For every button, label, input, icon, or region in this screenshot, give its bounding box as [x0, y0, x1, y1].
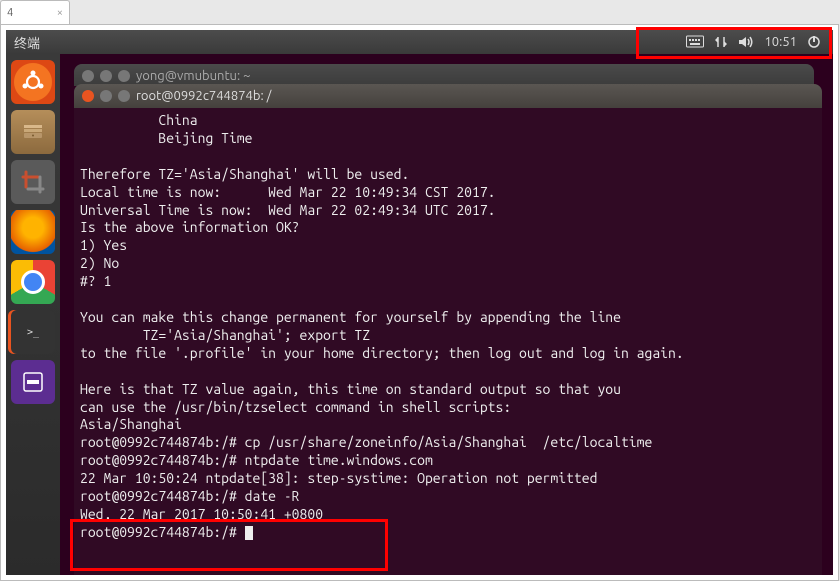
network-icon[interactable] [714, 35, 728, 49]
window-minimize-icon[interactable] [100, 90, 112, 102]
launcher-chrome-icon[interactable] [11, 260, 55, 304]
term-line: You can make this change permanent for y… [80, 309, 621, 325]
vm-tab-label: 4 [7, 7, 13, 19]
launcher-files-icon[interactable] [11, 110, 55, 154]
keyboard-icon[interactable] [686, 35, 704, 49]
term-line: can use the /usr/bin/tzselect command in… [80, 399, 511, 415]
volume-icon[interactable] [738, 35, 754, 49]
topbar-indicators: 10:51 [686, 35, 825, 49]
unity-topbar: 终端 10:51 [6, 30, 833, 54]
term-line: root@0992c744874b:/# ntpdate time.window… [80, 452, 433, 468]
term-line: 1) Yes [80, 237, 127, 253]
term-line: Is the above information OK? [80, 219, 300, 235]
term-line: Beijing Time [80, 130, 252, 146]
window-maximize-icon[interactable] [118, 90, 130, 102]
term-line: Here is that TZ value again, this time o… [80, 381, 621, 397]
term-line: 2) No [80, 255, 119, 271]
term-line: TZ='Asia/Shanghai'; export TZ [80, 327, 370, 343]
background-window-titlebar[interactable]: yong@vmubuntu: ~ [74, 64, 814, 86]
window-maximize-icon[interactable] [118, 70, 130, 82]
vm-viewport-frame: 终端 10:51 [0, 24, 839, 581]
term-line: root@0992c744874b:/# cp /usr/share/zonei… [80, 434, 652, 450]
unity-launcher [6, 54, 60, 575]
vm-screen: 终端 10:51 [6, 30, 833, 575]
term-line: root@0992c744874b:/# [80, 524, 245, 540]
term-line: #? 1 [80, 273, 111, 289]
topbar-app-title: 终端 [14, 33, 40, 52]
term-line: root@0992c744874b:/# date -R [80, 488, 300, 504]
launcher-settings-icon[interactable] [11, 160, 55, 204]
foreground-window-titlebar[interactable]: root@0992c744874b: / [74, 84, 822, 108]
background-window-title: yong@vmubuntu: ~ [136, 69, 251, 83]
term-line: Wed, 22 Mar 2017 10:50:41 +0800 [80, 506, 323, 522]
term-line: Therefore TZ='Asia/Shanghai' will be use… [80, 166, 409, 182]
term-line: Asia/Shanghai [80, 416, 182, 432]
launcher-app-icon[interactable] [11, 360, 55, 404]
background-terminal-window[interactable]: yong@vmubuntu: ~ [74, 64, 814, 86]
launcher-terminal-icon[interactable] [11, 310, 55, 354]
vm-tab[interactable]: 4 × [0, 0, 70, 24]
power-icon[interactable] [807, 35, 821, 49]
term-line: Universal Time is now: Wed Mar 22 02:49:… [80, 202, 496, 218]
foreground-window-title: root@0992c744874b: / [136, 89, 271, 103]
launcher-dash-icon[interactable] [11, 60, 55, 104]
term-line: Local time is now: Wed Mar 22 10:49:34 C… [80, 184, 496, 200]
topbar-clock[interactable]: 10:51 [764, 35, 797, 49]
window-close-icon[interactable] [82, 90, 94, 102]
window-minimize-icon[interactable] [100, 70, 112, 82]
vm-tab-close-icon[interactable]: × [57, 7, 63, 19]
term-line: 22 Mar 10:50:24 ntpdate[38]: step-systim… [80, 470, 597, 486]
term-line: China [80, 112, 198, 128]
term-line: to the file '.profile' in your home dire… [80, 345, 684, 361]
workspace-area: yong@vmubuntu: ~ root@0992c744874b: / Ch… [60, 54, 833, 575]
foreground-terminal-window[interactable]: root@0992c744874b: / China Beijing Time … [74, 84, 822, 575]
terminal-output[interactable]: China Beijing Time Therefore TZ='Asia/Sh… [74, 108, 822, 575]
launcher-firefox-icon[interactable] [11, 210, 55, 254]
window-close-icon[interactable] [82, 70, 94, 82]
terminal-cursor [245, 526, 253, 540]
